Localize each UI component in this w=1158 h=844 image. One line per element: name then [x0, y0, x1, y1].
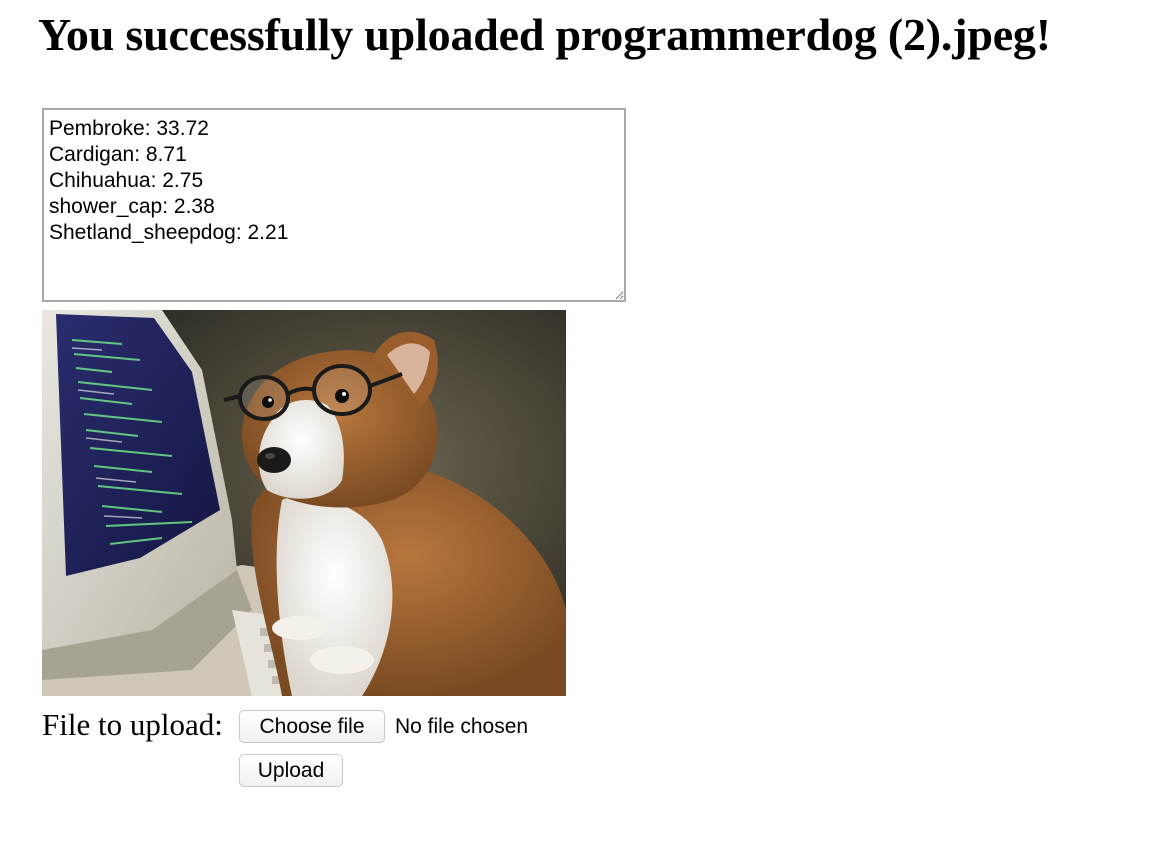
choose-file-button[interactable]: Choose file	[239, 710, 385, 743]
uploaded-dog-image	[42, 310, 566, 696]
file-to-upload-label: File to upload:	[42, 707, 223, 742]
page-title: You successfully uploaded programmerdog …	[38, 9, 1051, 60]
predictions-textarea[interactable]: Pembroke: 33.72 Cardigan: 8.71 Chihuahua…	[42, 108, 626, 302]
file-status-text: No file chosen	[395, 715, 529, 738]
upload-button[interactable]: Upload	[239, 754, 343, 787]
